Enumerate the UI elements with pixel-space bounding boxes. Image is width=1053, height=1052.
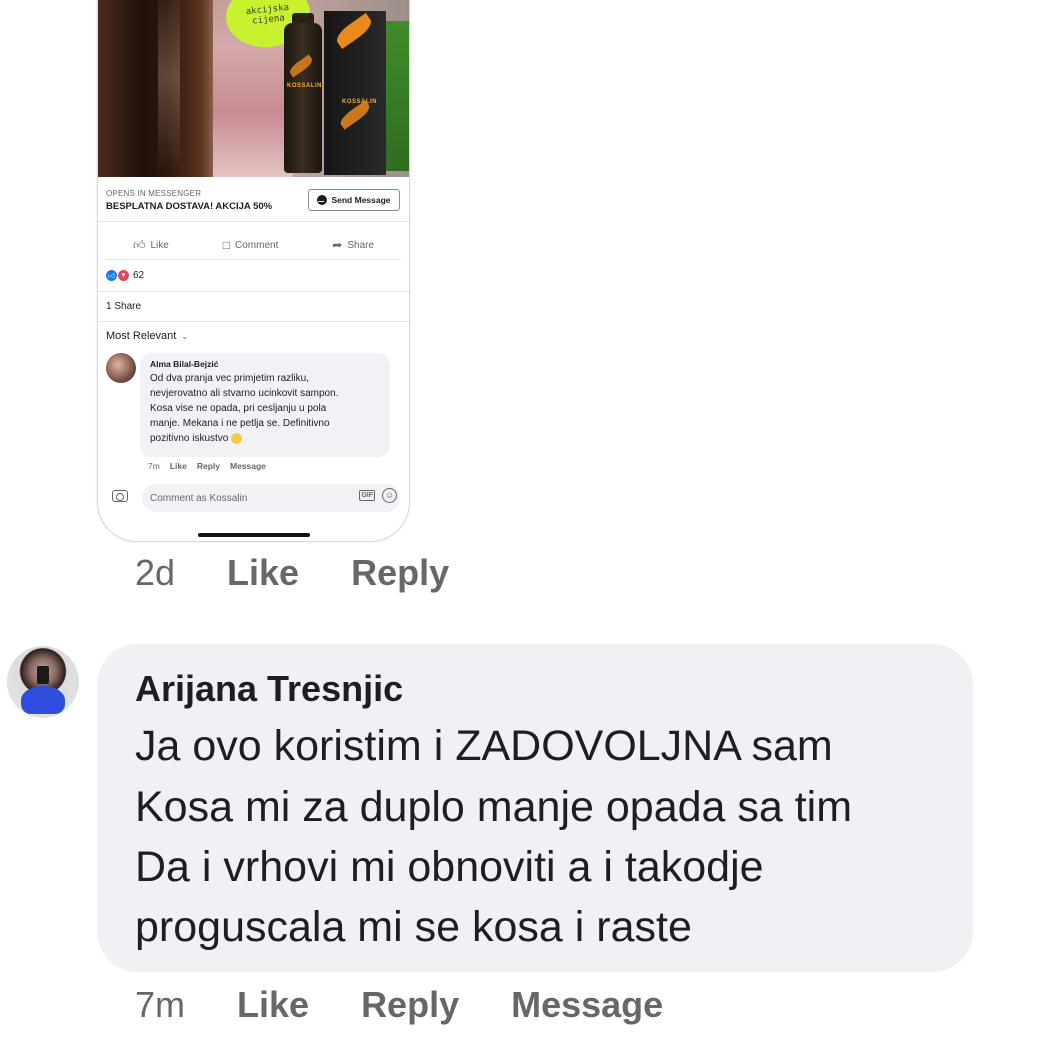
post-actions: 👍︎ Like □ Comment ➦ Share	[106, 231, 401, 260]
like-reaction-icon: 👍︎	[106, 270, 117, 281]
comment-like-link[interactable]: Like	[237, 984, 309, 1026]
emoji-icon[interactable]: ☺	[382, 488, 397, 503]
chevron-down-icon: ⌄	[181, 331, 189, 341]
inner-comment-text: Od dva pranja vec primjetim razliku, nev…	[150, 373, 339, 444]
comment-action[interactable]: □ Comment	[223, 238, 279, 252]
cta-caption: OPENS IN MESSENGER	[106, 189, 202, 198]
shared-screenshot[interactable]: akcijska cijena KOSSALIN KOSSALIN OPENS …	[97, 0, 410, 542]
comment-composer: Comment as Kossalin GIF ☺	[98, 481, 409, 515]
comment-text-line: Da i vrhovi mi obnoviti a i takodje	[135, 843, 764, 891]
comment-text-line: Ja ovo koristim i ZADOVOLJNA sam	[135, 722, 833, 770]
promo-badge-line-2: cijena	[251, 13, 286, 27]
share-label: Share	[347, 239, 375, 251]
inner-comment-bubble: Alma Bilal-Bejzić Od dva pranja vec prim…	[140, 353, 390, 457]
avatar[interactable]	[7, 646, 79, 718]
comment-text-line: proguscala mi se kosa i raste	[135, 903, 692, 951]
post-time: 2d	[135, 552, 176, 593]
comment-text-line: Kosa mi za duplo manje opada sa tim	[135, 783, 853, 831]
comment-author[interactable]: Arijana Tresnjic	[135, 668, 403, 710]
inner-comment-meta: 7m Like Reply Message	[148, 461, 266, 471]
share-count[interactable]: 1 Share	[106, 301, 141, 312]
inner-comment-author[interactable]: Alma Bilal-Bejzić	[150, 359, 380, 369]
comment-message-link[interactable]: Message	[511, 984, 663, 1026]
post-reply-link[interactable]: Reply	[351, 552, 449, 594]
post-like-link[interactable]: Like	[227, 552, 299, 594]
share-action[interactable]: ➦ Share	[332, 238, 374, 252]
comment-reply-link[interactable]: Reply	[361, 984, 459, 1026]
post-meta: 2d Like Reply	[135, 552, 501, 594]
comment-meta: 7m Like Reply Message	[135, 984, 715, 1026]
divider	[98, 321, 409, 322]
product-box-side	[386, 21, 409, 171]
thumbs-up-icon: 👍︎	[132, 237, 146, 252]
hair-shine	[158, 0, 180, 171]
comment-label: Comment	[235, 239, 279, 251]
send-message-label: Send Message	[331, 195, 391, 205]
camera-icon[interactable]	[112, 490, 128, 502]
inner-reply-link[interactable]: Reply	[197, 461, 220, 471]
send-message-button[interactable]: Send Message	[308, 189, 400, 211]
gif-icon[interactable]: GIF	[359, 490, 375, 501]
comment-time: 7m	[135, 984, 186, 1025]
comment-input-placeholder: Comment as Kossalin	[150, 492, 248, 504]
ad-image: akcijska cijena KOSSALIN KOSSALIN	[98, 0, 409, 177]
share-icon: ➦	[332, 238, 343, 252]
divider	[98, 291, 409, 292]
like-action[interactable]: 👍︎ Like	[133, 238, 169, 253]
inner-message-link[interactable]: Message	[230, 461, 266, 471]
avatar-clothing	[21, 686, 65, 714]
home-indicator	[198, 533, 310, 537]
cta-row: OPENS IN MESSENGER BESPLATNA DOSTAVA! AK…	[98, 177, 409, 222]
reaction-count: 62	[133, 270, 145, 281]
cta-title: BESPLATNA DOSTAVA! AKCIJA 50%	[106, 201, 273, 212]
avatar-phone	[37, 666, 49, 684]
bottle-brand-label: KOSSALIN	[287, 83, 323, 89]
sort-label: Most Relevant	[106, 330, 177, 342]
inner-like-link[interactable]: Like	[170, 461, 187, 471]
reaction-summary[interactable]: 👍︎ ♥ 62	[106, 269, 144, 282]
comment-icon: □	[222, 238, 231, 252]
sort-dropdown[interactable]: Most Relevant ⌄	[106, 330, 188, 342]
shampoo-bottle: KOSSALIN	[284, 23, 322, 173]
hair-photo	[98, 0, 213, 177]
inner-comment-time: 7m	[148, 461, 160, 471]
like-label: Like	[150, 239, 169, 251]
messenger-icon	[317, 195, 328, 205]
smile-emoji-icon	[231, 432, 243, 444]
avatar[interactable]	[106, 353, 136, 383]
love-reaction-icon: ♥	[117, 269, 130, 282]
